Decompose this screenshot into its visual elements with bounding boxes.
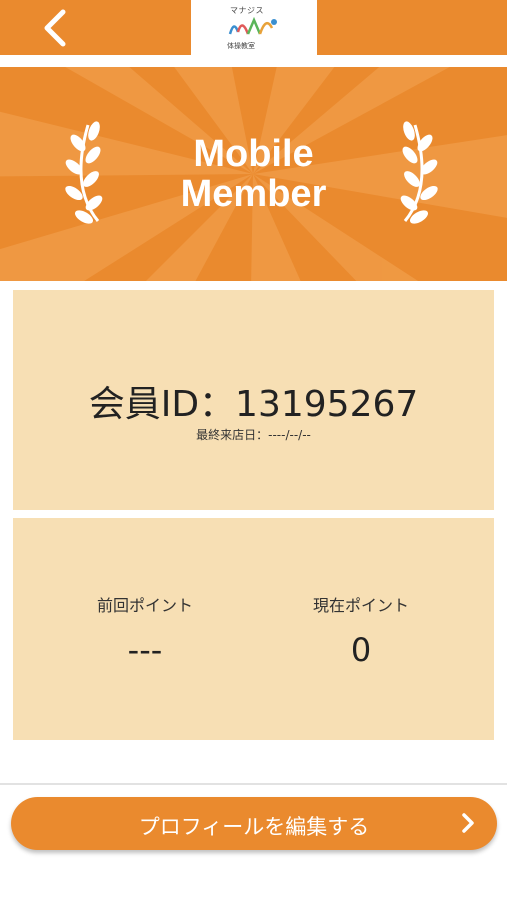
member-id-card: 会員ID：13195267 最終来店日：----/--/-- <box>13 290 494 510</box>
back-button[interactable] <box>28 6 80 50</box>
chevron-left-icon <box>44 9 66 47</box>
current-points-value: 0 <box>350 631 372 669</box>
points-card: 前回ポイント --- 現在ポイント 0 <box>13 518 494 740</box>
previous-points-label: 前回ポイント <box>96 596 193 615</box>
last-visit-date: 最終来店日：----/--/-- <box>196 428 311 442</box>
chevron-right-icon <box>462 813 474 833</box>
logo-bottom-text: 体操教室 <box>227 41 255 50</box>
edit-profile-label: プロフィールを編集する <box>138 815 370 839</box>
laurel-icon <box>400 121 438 224</box>
previous-points-value: --- <box>127 631 163 669</box>
edit-profile-button[interactable]: プロフィールを編集する <box>11 797 497 850</box>
brand-logo: マナジス 体操教室 <box>191 0 317 55</box>
app-header: マナジス 体操教室 <box>0 0 507 55</box>
member-banner: Mobile Member <box>0 67 507 281</box>
logo-mark-icon <box>228 16 277 34</box>
member-id: 会員ID：13195267 <box>88 384 419 425</box>
section-divider <box>0 783 507 785</box>
current-points-label: 現在ポイント <box>312 596 409 615</box>
header-spacer <box>0 55 507 67</box>
